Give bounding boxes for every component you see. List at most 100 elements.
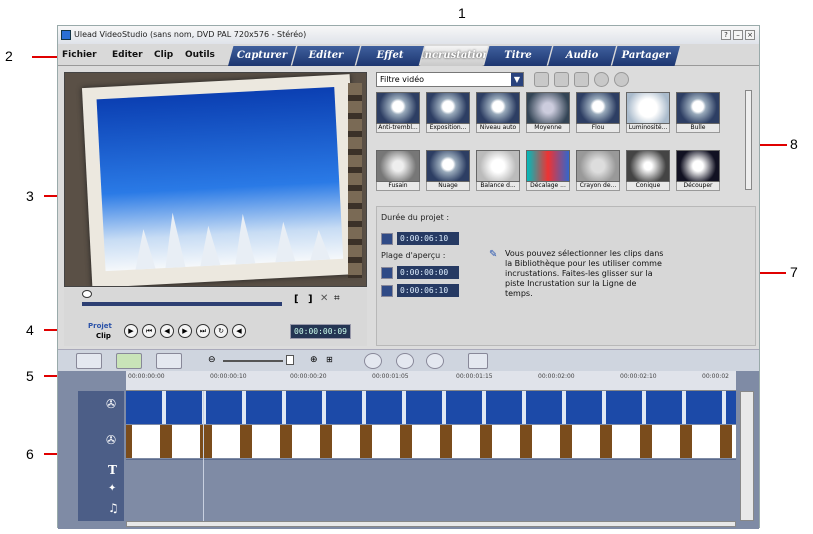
music-track-icon[interactable]: ♫ — [108, 501, 119, 515]
library-scrollbar[interactable] — [745, 90, 752, 190]
step-tabs: Capturer Editer Effet Incrustation Titre… — [228, 46, 680, 66]
timeline-vertical-scrollbar[interactable] — [740, 391, 754, 521]
time-ruler[interactable]: 00:00:00:00 00:00:00:10 00:00:00:20 00:0… — [126, 371, 736, 391]
voice-track-icon[interactable]: ✦ — [108, 483, 116, 494]
tab-partager[interactable]: Partager — [612, 46, 680, 66]
zoom-slider-handle[interactable] — [286, 355, 294, 365]
tab-audio[interactable]: Audio — [548, 46, 616, 66]
library-item[interactable]: Conique — [626, 150, 670, 191]
overlay-track[interactable] — [126, 425, 736, 458]
clip-label[interactable]: Clip — [96, 332, 111, 340]
app-icon — [61, 30, 71, 40]
redo-icon[interactable] — [426, 353, 444, 369]
options-panel: Durée du projet : 0:00:06:10 Plage d'ape… — [376, 206, 756, 346]
library-item[interactable]: Découper — [676, 150, 720, 191]
scrubber-handle[interactable] — [82, 290, 92, 298]
callout-2: 2 — [5, 48, 13, 64]
tab-effet[interactable]: Effet — [356, 46, 424, 66]
home-icon[interactable]: ⏮ — [142, 324, 156, 338]
menu-clip[interactable]: Clip — [154, 50, 173, 60]
app-window: Ulead VideoStudio (sans nom, DVD PAL 720… — [57, 25, 760, 529]
library-item[interactable]: Nuage — [426, 150, 470, 191]
library-item[interactable]: Anti-trembl... — [376, 92, 420, 133]
range-start-value[interactable]: 0:00:00:00 — [397, 266, 459, 279]
next-icon[interactable]: ▶ — [178, 324, 192, 338]
undo-icon[interactable] — [396, 353, 414, 369]
timeline: 00:00:00:00 00:00:00:10 00:00:00:20 00:0… — [58, 371, 759, 529]
cut-icon[interactable]: ✕ — [320, 293, 328, 304]
title-bar: Ulead VideoStudio (sans nom, DVD PAL 720… — [58, 26, 759, 44]
callout-7: 7 — [790, 264, 798, 280]
folder-icon[interactable] — [534, 72, 549, 87]
play-icon[interactable]: ▶ — [124, 324, 138, 338]
range-start-icon[interactable] — [381, 267, 393, 279]
menu-editer[interactable]: Editer — [112, 50, 143, 60]
project-label[interactable]: Projet — [88, 322, 112, 330]
zoom-out-icon[interactable]: ⊖ — [208, 355, 216, 365]
fit-icon[interactable]: ⊞ — [326, 355, 333, 364]
duration-icon — [381, 233, 393, 245]
playhead[interactable] — [203, 391, 204, 521]
ruler-tick: 00:00:00:00 — [128, 373, 165, 380]
duration-value: 0:00:06:10 — [397, 232, 459, 245]
range-end-value[interactable]: 0:00:06:10 — [397, 284, 459, 297]
library-item[interactable]: Luminosité... — [626, 92, 670, 133]
timeline-horizontal-scrollbar[interactable] — [126, 521, 736, 527]
library-item[interactable]: Balance d... — [476, 150, 520, 191]
smart-proxy-icon[interactable] — [468, 353, 488, 369]
video-track[interactable] — [126, 391, 736, 424]
overlay-track-icon[interactable]: ✇ — [106, 433, 116, 447]
library-item[interactable]: Moyenne — [526, 92, 570, 133]
timecode-display[interactable]: 00:00:00:09 — [290, 324, 351, 339]
tip-icon: ✎ — [489, 249, 498, 260]
tab-titre[interactable]: Titre — [484, 46, 552, 66]
repeat-icon[interactable]: ↻ — [214, 324, 228, 338]
ruler-tick: 00:00:00:10 — [210, 373, 247, 380]
duration-label: Durée du projet : — [381, 213, 450, 222]
binder-rings — [348, 83, 362, 278]
close-button[interactable]: × — [745, 30, 755, 40]
import-icon[interactable] — [554, 72, 569, 87]
storyboard-view-button[interactable] — [76, 353, 102, 369]
tab-incrustation[interactable]: Incrustation — [420, 46, 488, 66]
library-item[interactable]: Exposition... — [426, 92, 470, 133]
minimize-button[interactable]: – — [733, 30, 743, 40]
help-button[interactable]: ? — [721, 30, 731, 40]
timeline-view-button[interactable] — [116, 353, 142, 369]
title-track-icon[interactable]: T — [108, 463, 117, 477]
insert-media-icon[interactable] — [364, 353, 382, 369]
enlarge-icon[interactable]: ⌗ — [334, 293, 340, 304]
library-item[interactable]: Bulle — [676, 92, 720, 133]
preview-window — [64, 72, 367, 287]
scrub-bar[interactable] — [82, 302, 282, 306]
chevron-down-icon[interactable]: ▼ — [511, 73, 523, 86]
library-item[interactable]: Décalage ... — [526, 150, 570, 191]
menu-fichier[interactable]: Fichier — [62, 50, 97, 60]
previous-icon[interactable]: ◀ — [160, 324, 174, 338]
library-item[interactable]: Fusain — [376, 150, 420, 191]
tab-editer[interactable]: Editer — [292, 46, 360, 66]
apply-icon[interactable] — [594, 72, 609, 87]
tab-capturer[interactable]: Capturer — [228, 46, 296, 66]
callout-6: 6 — [26, 446, 34, 462]
range-end-icon[interactable] — [381, 285, 393, 297]
options-icon[interactable] — [574, 72, 589, 87]
mark-out-icon[interactable]: ] — [308, 294, 313, 305]
zoom-in-icon[interactable]: ⊕ — [310, 355, 318, 365]
library-filter-dropdown[interactable]: Filtre vidéo ▼ — [376, 72, 524, 87]
end-icon[interactable]: ⏭ — [196, 324, 210, 338]
library-item[interactable]: Crayon de... — [576, 150, 620, 191]
timeline-toolbar: ⊖ ⊕ ⊞ — [58, 349, 759, 371]
audio-view-button[interactable] — [156, 353, 182, 369]
ruler-tick: 00:00:01:15 — [456, 373, 493, 380]
zoom-slider[interactable] — [223, 360, 283, 362]
menu-outils[interactable]: Outils — [185, 50, 215, 60]
video-track-icon[interactable]: ✇ — [106, 397, 116, 411]
volume-icon[interactable]: ◀ — [232, 324, 246, 338]
expand-icon[interactable] — [614, 72, 629, 87]
callout-3: 3 — [26, 188, 34, 204]
library-item[interactable]: Niveau auto — [476, 92, 520, 133]
library-item[interactable]: Flou — [576, 92, 620, 133]
callout-5: 5 — [26, 368, 34, 384]
mark-in-icon[interactable]: [ — [294, 294, 299, 305]
